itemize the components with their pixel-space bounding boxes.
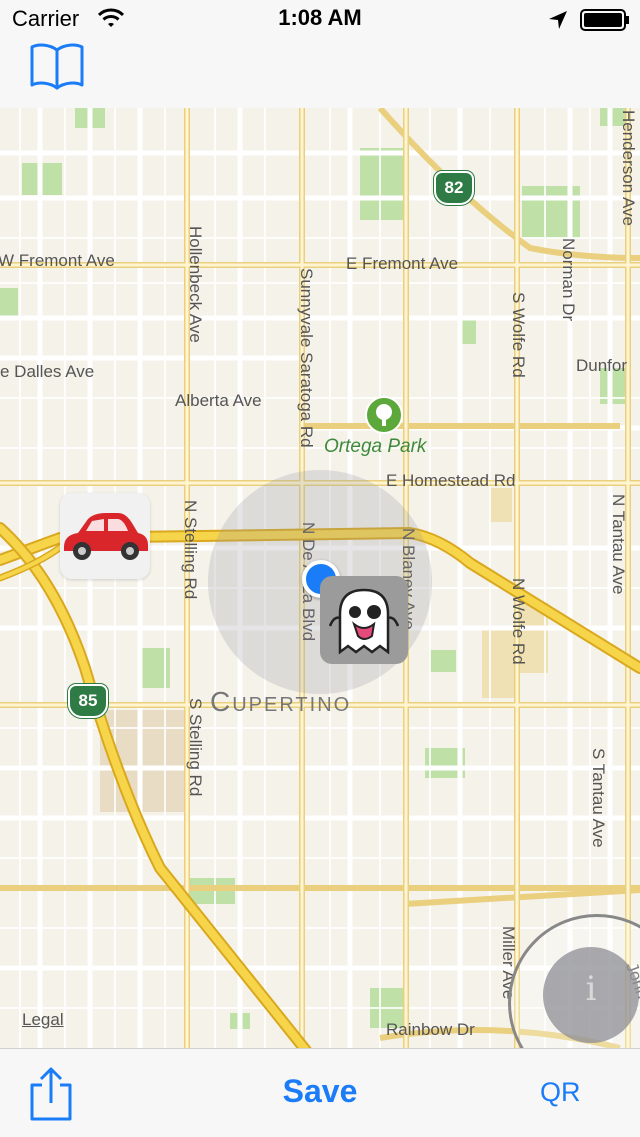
street-label-hollenbeck: Hollenbeck Ave	[186, 226, 205, 343]
street-label-norman: Norman Dr	[559, 238, 578, 322]
legal-link[interactable]: Legal	[22, 1010, 64, 1030]
bottom-toolbar: Save QR	[0, 1048, 640, 1137]
highway-85-shield: 85	[68, 684, 108, 718]
share-button[interactable]	[28, 1067, 74, 1121]
map-view[interactable]: W Fremont Ave E Fremont Ave e Dalles Ave…	[0, 108, 640, 1048]
info-icon: i	[543, 947, 639, 1043]
navigation-bar	[0, 40, 640, 108]
share-icon	[30, 1067, 72, 1121]
ghost-annotation[interactable]	[320, 576, 408, 664]
street-label-n-stelling: N Stelling Rd	[181, 500, 200, 600]
location-arrow-icon	[549, 11, 567, 29]
street-label-e-fremont: E Fremont Ave	[346, 254, 459, 273]
save-button-label[interactable]: Save	[283, 1073, 358, 1109]
car-annotation[interactable]	[60, 493, 150, 579]
street-label-s-wolfe: S Wolfe Rd	[509, 292, 528, 378]
street-label-henderson: Henderson Ave	[619, 110, 638, 226]
qr-button[interactable]: QR	[540, 1077, 581, 1108]
street-label-rainbow: Rainbow Dr	[386, 1020, 475, 1039]
status-bar: Carrier 1:08 AM	[0, 0, 640, 40]
status-time: 1:08 AM	[278, 5, 362, 30]
park-tree-icon	[365, 396, 403, 434]
street-label-alberta: Alberta Ave	[175, 391, 262, 410]
bookmarks-button[interactable]	[28, 40, 86, 90]
street-label-dunford: Dunfor	[576, 356, 628, 375]
street-label-sunnyvale-saratoga: Sunnyvale Saratoga Rd	[297, 268, 316, 448]
street-label-s-tantau: S Tantau Ave	[589, 748, 608, 848]
street-label-w-fremont: W Fremont Ave	[0, 251, 115, 270]
street-label-s-stelling: S Stelling Rd	[186, 698, 205, 797]
street-label-n-tantau: N Tantau Ave	[609, 494, 628, 595]
info-glyph: i	[585, 969, 597, 1009]
battery-icon	[580, 9, 629, 31]
ghost-icon	[328, 588, 400, 655]
street-label-n-wolfe: N Wolfe Rd	[509, 578, 528, 665]
car-icon	[64, 513, 148, 560]
park-label: Ortega Park	[324, 436, 427, 457]
book-icon	[30, 43, 84, 90]
street-label-e-homestead: E Homestead Rd	[386, 471, 516, 490]
street-label-dalles: e Dalles Ave	[0, 362, 95, 381]
highway-82-shield: 82	[434, 171, 474, 205]
